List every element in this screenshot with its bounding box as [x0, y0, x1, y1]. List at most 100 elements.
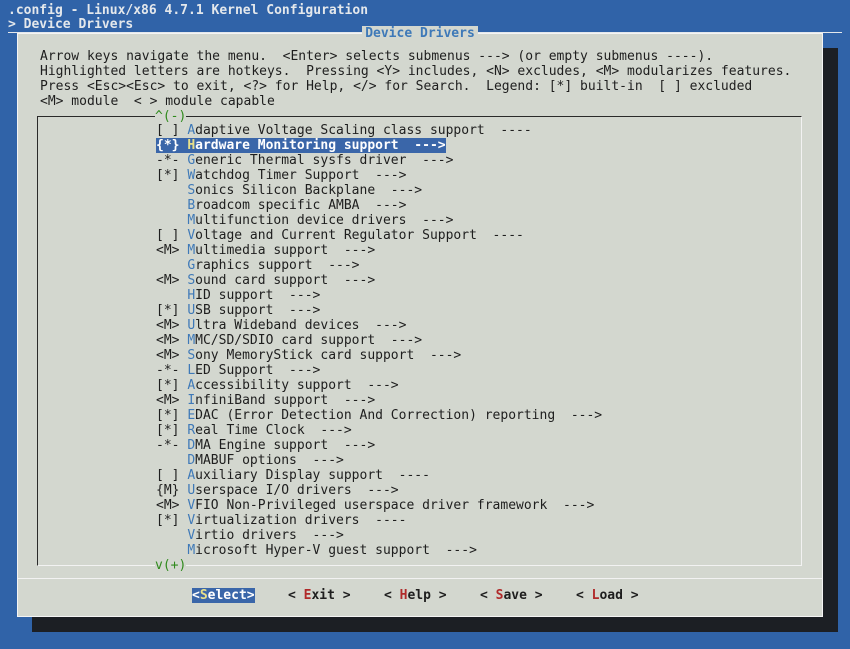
button-label: ave > — [503, 588, 543, 603]
menu-item-label: ony MemoryStick card support ---> — [195, 348, 462, 363]
button-label: oad > — [599, 588, 639, 603]
menu-item-hotkey: V — [187, 498, 196, 513]
menu-item[interactable]: <M> MMC/SD/SDIO card support ---> — [156, 333, 422, 348]
menu-item-state[interactable]: <M> — [156, 273, 179, 288]
menu-item[interactable]: [*] Real Time Clock ---> — [156, 423, 352, 438]
menu-item-state[interactable]: [ ] — [156, 123, 179, 138]
menu-item-label: MABUF options ---> — [195, 453, 344, 468]
menu-item-state[interactable] — [156, 288, 179, 303]
menu-item-label: DAC (Error Detection And Correction) rep… — [195, 408, 603, 423]
menu-item-state[interactable]: [*] — [156, 378, 179, 393]
menu-item-label: MA Engine support ---> — [195, 438, 376, 453]
menu-item-hotkey: U — [187, 483, 196, 498]
menu-item[interactable]: -*- Generic Thermal sysfs driver ---> — [156, 153, 453, 168]
button-divider — [18, 578, 822, 579]
select-button[interactable]: <Select> — [192, 588, 255, 603]
menu-item-state[interactable]: {*} — [156, 138, 179, 153]
menu-item[interactable]: [*] Watchdog Timer Support ---> — [156, 168, 406, 183]
menu-item-state[interactable] — [156, 453, 179, 468]
menu-item[interactable]: [*] Accessibility support ---> — [156, 378, 399, 393]
menu-item-state[interactable] — [156, 258, 179, 273]
menu-item-state[interactable]: -*- — [156, 153, 179, 168]
menu-item[interactable]: Microsoft Hyper-V guest support ---> — [156, 543, 477, 558]
menu-item[interactable]: Multifunction device drivers ---> — [156, 213, 453, 228]
menu-item-label: atchdog Timer Support ---> — [195, 168, 407, 183]
menu-item-hotkey: M — [187, 213, 196, 228]
menu-item-state[interactable] — [156, 528, 179, 543]
menu-item-hotkey: V — [187, 228, 196, 243]
menu-item-hotkey: V — [187, 528, 196, 543]
exit-button[interactable]: < Exit > — [288, 588, 351, 603]
menu-item[interactable]: [*] Virtualization drivers ---- — [156, 513, 406, 528]
menu-item-state[interactable]: [*] — [156, 168, 179, 183]
menu-item[interactable]: <M> VFIO Non-Privileged userspace driver… — [156, 498, 594, 513]
help-line: <M> module < > module capable — [40, 94, 275, 109]
menu-list[interactable]: ^(-) v(+) [ ] Adaptive Voltage Scaling c… — [37, 109, 802, 573]
menu-item-hotkey: D — [187, 453, 196, 468]
menu-item[interactable]: <M> Ultra Wideband devices ---> — [156, 318, 406, 333]
button-bracket: < — [288, 588, 304, 603]
menu-item-state[interactable] — [156, 183, 179, 198]
menu-item-hotkey: U — [187, 303, 196, 318]
menu-item-label: oltage and Current Regulator Support ---… — [195, 228, 524, 243]
menu-item-label: raphics support ---> — [195, 258, 360, 273]
menu-item-state[interactable] — [156, 543, 179, 558]
load-button[interactable]: < Load > — [576, 588, 639, 603]
menu-item[interactable]: Broadcom specific AMBA ---> — [156, 198, 406, 213]
help-button[interactable]: < Help > — [384, 588, 447, 603]
menu-item[interactable]: <M> InfiniBand support ---> — [156, 393, 375, 408]
menu-item-state[interactable] — [156, 198, 179, 213]
menu-item[interactable]: <M> Sound card support ---> — [156, 273, 375, 288]
menu-item[interactable]: -*- LED Support ---> — [156, 363, 320, 378]
dialog-title: Device Drivers — [18, 26, 822, 41]
menu-item-state[interactable]: [ ] — [156, 228, 179, 243]
menu-item[interactable]: [ ] Voltage and Current Regulator Suppor… — [156, 228, 524, 243]
menu-item-state[interactable]: [*] — [156, 423, 179, 438]
button-label: xit > — [311, 588, 351, 603]
menu-item[interactable]: [ ] Adaptive Voltage Scaling class suppo… — [156, 123, 532, 138]
menu-item-state[interactable]: -*- — [156, 438, 179, 453]
menu-item[interactable]: [ ] Auxiliary Display support ---- — [156, 468, 430, 483]
menu-item-state[interactable]: <M> — [156, 393, 179, 408]
menu-item[interactable]: DMABUF options ---> — [156, 453, 344, 468]
help-line: Highlighted letters are hotkeys. Pressin… — [40, 64, 792, 79]
menu-item[interactable]: [*] EDAC (Error Detection And Correction… — [156, 408, 602, 423]
menu-item-hotkey: A — [187, 378, 196, 393]
save-button[interactable]: < Save > — [480, 588, 543, 603]
menu-item[interactable]: [*] USB support ---> — [156, 303, 320, 318]
menu-item-label: eal Time Clock ---> — [195, 423, 352, 438]
menu-item-label: onics Silicon Backplane ---> — [195, 183, 423, 198]
menu-item-label: ardware Monitoring support ---> — [195, 138, 446, 153]
menu-item-hotkey: M — [187, 243, 196, 258]
menu-item[interactable]: Graphics support ---> — [156, 258, 360, 273]
menu-item-state[interactable]: <M> — [156, 348, 179, 363]
menu-item-state[interactable]: [*] — [156, 513, 179, 528]
menu-item-label: uxiliary Display support ---- — [195, 468, 430, 483]
menu-item-hotkey: D — [187, 438, 196, 453]
menu-item[interactable]: {M} Userspace I/O drivers ---> — [156, 483, 399, 498]
menu-item-state[interactable]: <M> — [156, 498, 179, 513]
menu-item-state[interactable]: [*] — [156, 303, 179, 318]
button-bracket: < — [576, 588, 592, 603]
menu-item-state[interactable]: <M> — [156, 243, 179, 258]
menu-item-state[interactable]: {M} — [156, 483, 179, 498]
button-bracket: < — [384, 588, 400, 603]
menu-item[interactable]: {*} Hardware Monitoring support ---> — [156, 138, 446, 153]
menu-item-state[interactable]: [ ] — [156, 468, 179, 483]
menu-item-hotkey: U — [187, 318, 196, 333]
config-dialog: Device Drivers Arrow keys navigate the m… — [17, 26, 823, 617]
menu-item-state[interactable]: <M> — [156, 333, 179, 348]
menu-item[interactable]: Virtio drivers ---> — [156, 528, 344, 543]
menu-item[interactable]: -*- DMA Engine support ---> — [156, 438, 375, 453]
menu-item-state[interactable]: -*- — [156, 363, 179, 378]
menu-item-state[interactable] — [156, 213, 179, 228]
menu-item[interactable]: <M> Multimedia support ---> — [156, 243, 375, 258]
menu-item-state[interactable]: [*] — [156, 408, 179, 423]
menu-item-label: ultimedia support ---> — [195, 243, 376, 258]
menu-item-state[interactable]: <M> — [156, 318, 179, 333]
menu-item[interactable]: HID support ---> — [156, 288, 320, 303]
menu-item-hotkey: R — [187, 423, 196, 438]
menu-item[interactable]: <M> Sony MemoryStick card support ---> — [156, 348, 461, 363]
menu-item[interactable]: Sonics Silicon Backplane ---> — [156, 183, 422, 198]
menu-item-label: icrosoft Hyper-V guest support ---> — [195, 543, 477, 558]
